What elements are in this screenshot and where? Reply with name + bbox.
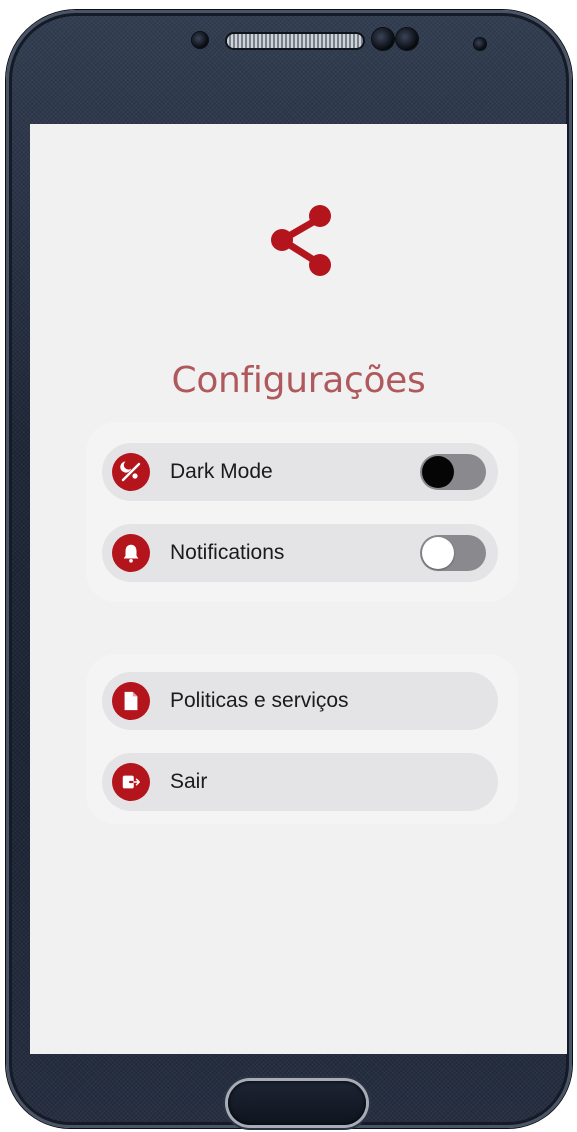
notifications-row[interactable]: Notifications [102, 524, 498, 582]
dark-mode-icon [112, 453, 150, 491]
dark-mode-label: Dark Mode [170, 460, 273, 483]
notifications-toggle[interactable] [420, 535, 486, 571]
toggle-knob [422, 537, 454, 569]
home-button[interactable] [228, 1081, 366, 1125]
logout-row[interactable]: Sair [102, 753, 498, 811]
logout-icon [112, 763, 150, 801]
notifications-label: Notifications [170, 541, 285, 564]
earpiece-speaker [227, 34, 363, 48]
front-camera-icon [192, 32, 208, 48]
toggle-knob [422, 456, 454, 488]
page-title: Configurações [171, 360, 426, 402]
logout-label: Sair [170, 770, 208, 793]
dark-mode-row[interactable]: Dark Mode [102, 443, 498, 501]
proximity-sensor-icon [372, 28, 394, 50]
dark-mode-toggle[interactable] [420, 454, 486, 490]
phone-frame: Configurações Dark Mode Notifications Po… [6, 10, 572, 1128]
bell-icon [112, 534, 150, 572]
share-icon [271, 205, 331, 276]
light-sensor-icon [396, 28, 418, 50]
policies-row[interactable]: Politicas e serviços [102, 672, 498, 730]
document-icon [112, 682, 150, 720]
camera-lens-icon [474, 38, 486, 50]
app-screen: Configurações Dark Mode Notifications Po… [30, 124, 567, 1054]
policies-label: Politicas e serviços [170, 689, 349, 712]
